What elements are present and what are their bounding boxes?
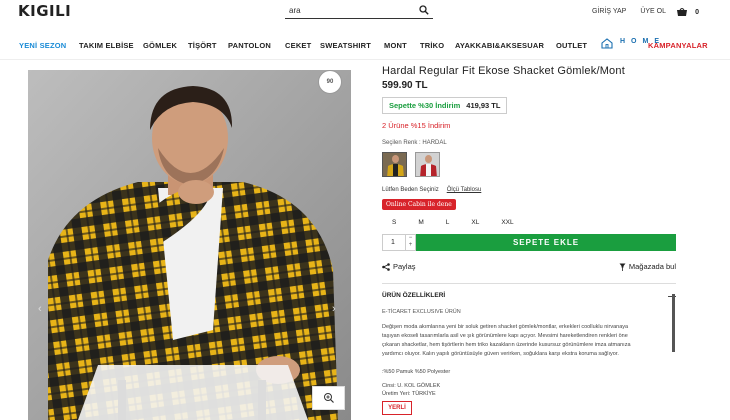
- features-material: :%50 Pamuk %50 Polyester: [382, 369, 451, 375]
- quantity-value: 1: [391, 239, 395, 246]
- account-links: GİRİŞ YAP ÜYE OL: [592, 8, 666, 15]
- selected-color-label: Seçilen Renk : HARDAL: [382, 140, 447, 146]
- home-icon[interactable]: [601, 38, 613, 49]
- nav-item-knitwear[interactable]: TRİKO: [420, 41, 444, 50]
- cart-count: 0: [695, 9, 699, 16]
- color-swatch-mustard[interactable]: [382, 152, 407, 177]
- product-title: Hardal Regular Fit Ekose Shacket Gömlek/…: [382, 65, 625, 77]
- top-bar: KIGILI GİRİŞ YAP ÜYE OL 0: [0, 0, 730, 30]
- size-option[interactable]: XL: [471, 219, 479, 226]
- increment-icon[interactable]: +: [409, 242, 413, 249]
- cart-discount-price: 419,93 TL: [466, 101, 501, 110]
- size-option[interactable]: L: [446, 219, 450, 226]
- size-option[interactable]: XXL: [501, 219, 513, 226]
- cart-icon[interactable]: [676, 7, 688, 17]
- main-nav: YENİ SEZON TAKIM ELBİSE GÖMLEK TİŞÖRT PA…: [0, 30, 730, 60]
- product-price: 599.90 TL: [382, 80, 428, 91]
- pin-icon: [619, 263, 626, 271]
- nav-item-sweatshirts[interactable]: SWEATSHIRT: [320, 41, 371, 50]
- search-icon[interactable]: [419, 5, 429, 15]
- features-header[interactable]: ÜRÜN ÖZELLİKLERİ —: [382, 292, 676, 301]
- nav-item-outlet[interactable]: OUTLET: [556, 41, 587, 50]
- nav-item-jackets[interactable]: CEKET: [285, 41, 311, 50]
- find-in-store-label: Mağazada bul: [628, 262, 676, 271]
- features-meta: Cinsi: U. KOL GÖMLEK Üretim Yeri: TÜRKİY…: [382, 383, 676, 398]
- nav-item-shirts[interactable]: GÖMLEK: [143, 41, 177, 50]
- search-bar[interactable]: [285, 3, 433, 19]
- nav-item-tshirts[interactable]: TİŞÖRT: [188, 41, 217, 50]
- size-options: S M L XL XXL: [382, 219, 682, 226]
- add-to-cart-button[interactable]: SEPETE EKLE: [416, 234, 676, 251]
- features-scrollbar[interactable]: [672, 294, 675, 352]
- decrement-icon[interactable]: −: [409, 235, 413, 242]
- nav-item-home[interactable]: HOME: [620, 30, 659, 53]
- quantity-stepper[interactable]: 1 − +: [382, 234, 416, 251]
- brand-logo[interactable]: KIGILI: [18, 2, 71, 20]
- nav-item-new-season[interactable]: YENİ SEZON: [19, 41, 66, 50]
- features-subheading: E-TİCARET EXCLUSIVE ÜRÜN: [382, 309, 461, 315]
- nav-item-shoes-accessories[interactable]: AYAKKABI&AKSESUAR: [455, 41, 544, 50]
- features-origin: Üretim Yeri: TÜRKİYE: [382, 390, 436, 397]
- online-cabin-button[interactable]: Online Cabin ile dene: [382, 199, 456, 210]
- prev-image-arrow[interactable]: ‹: [38, 303, 42, 315]
- share-row: Paylaş Mağazada bul: [382, 262, 676, 271]
- product-page: KIGILI GİRİŞ YAP ÜYE OL 0 YENİ SEZON TAK…: [0, 0, 730, 420]
- multi-product-discount: 2 Ürüne %15 İndirim: [382, 121, 451, 130]
- features-type: Cinsi: U. KOL GÖMLEK: [382, 383, 441, 389]
- quantity-controls: − +: [405, 235, 415, 250]
- color-swatch-red[interactable]: [415, 152, 440, 177]
- zoom-button[interactable]: [312, 386, 345, 410]
- features-description: Değişen moda akımlarına yeni bir soluk g…: [382, 324, 631, 357]
- nav-item-suits[interactable]: TAKIM ELBİSE: [79, 41, 134, 50]
- product-features: ÜRÜN ÖZELLİKLERİ — E-TİCARET EXCLUSIVE Ü…: [382, 283, 676, 415]
- product-image[interactable]: ‹ ›: [28, 70, 351, 420]
- size-prompt: Lütfen Beden Seçiniz: [382, 187, 439, 193]
- share-label: Paylaş: [393, 262, 416, 271]
- zoom-in-icon: [323, 393, 334, 403]
- share-icon: [382, 262, 390, 271]
- size-chart-link[interactable]: Ölçü Tablosu: [447, 187, 482, 193]
- size-option[interactable]: S: [392, 219, 396, 226]
- nav-item-trousers[interactable]: PANTOLON: [228, 41, 271, 50]
- size-option[interactable]: M: [418, 219, 423, 226]
- nav-item-coats[interactable]: MONT: [384, 41, 407, 50]
- signup-link[interactable]: ÜYE OL: [640, 8, 666, 15]
- find-in-store-button[interactable]: Mağazada bul: [619, 262, 676, 271]
- model-photo: [28, 70, 351, 420]
- next-image-arrow[interactable]: ›: [332, 303, 336, 315]
- cart-discount-label: Sepette %30 İndirim: [389, 101, 461, 110]
- anniversary-badge-icon: 90: [318, 70, 342, 94]
- yerli-uretim-badge: YERLİ: [382, 401, 412, 415]
- features-heading: ÜRÜN ÖZELLİKLERİ: [382, 292, 446, 299]
- product-info: Hardal Regular Fit Ekose Shacket Gömlek/…: [382, 65, 682, 415]
- nav-item-campaigns[interactable]: KAMPANYALAR: [648, 41, 708, 50]
- size-prompt-row: Lütfen Beden Seçiniz Ölçü Tablosu: [382, 187, 682, 193]
- buy-row: 1 − + SEPETE EKLE: [382, 234, 676, 251]
- search-input[interactable]: [285, 6, 405, 15]
- cart-discount-box: Sepette %30 İndirim 419,93 TL: [382, 97, 508, 114]
- share-button[interactable]: Paylaş: [382, 262, 416, 271]
- login-link[interactable]: GİRİŞ YAP: [592, 8, 626, 15]
- color-swatches: [382, 152, 682, 177]
